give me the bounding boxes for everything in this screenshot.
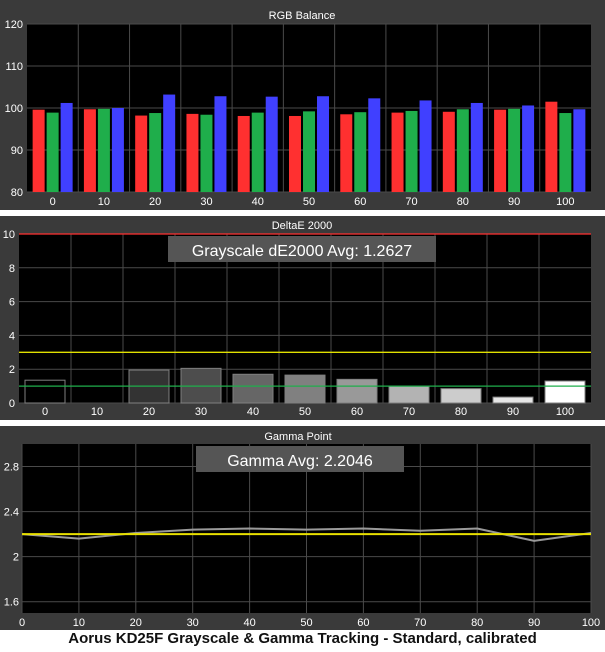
rgb-bar	[237, 115, 250, 192]
deltae-x-tick-label: 40	[247, 406, 259, 418]
rgb-bar	[340, 114, 353, 192]
deltae-bar	[492, 396, 534, 404]
rgb-bar	[111, 108, 124, 192]
deltae-bar	[336, 378, 378, 404]
gamma-y-tick-label: 1.6	[4, 597, 19, 609]
deltae-x-tick-label: 50	[299, 406, 311, 418]
rgb-bar	[391, 112, 404, 192]
rgb-bar	[97, 108, 110, 192]
rgb-bar	[265, 96, 278, 192]
gamma-x-tick-label: 20	[130, 617, 142, 629]
rgb-bar	[83, 109, 96, 192]
rgb-bar	[317, 96, 329, 192]
deltae-x-tick-label: 90	[507, 406, 519, 418]
figure-caption: Aorus KD25F Grayscale & Gamma Tracking -…	[68, 630, 537, 647]
rgb-bar	[186, 113, 199, 192]
deltae-chart-title: DeltaE 2000	[272, 220, 333, 232]
deltae-bar	[284, 374, 326, 404]
rgb-bar	[289, 115, 301, 192]
deltae-bar	[232, 373, 274, 404]
gamma-x-tick-label: 90	[528, 617, 540, 629]
deltae-y-tick-label: 4	[9, 330, 15, 342]
gamma-x-tick-label: 80	[471, 617, 483, 629]
gamma-annotation: Gamma Avg: 2.2046	[227, 453, 373, 470]
deltae-x-tick-label: 80	[455, 406, 467, 418]
gamma-chart-title: Gamma Point	[264, 431, 331, 443]
rgb-bar	[163, 94, 176, 192]
rgb-x-tick-label: 50	[303, 196, 315, 208]
rgb-bar	[442, 111, 455, 192]
rgb-bar	[508, 108, 521, 192]
gamma-x-tick-label: 40	[243, 617, 255, 629]
deltae-bar	[440, 388, 482, 404]
rgb-bar	[135, 115, 148, 192]
rgb-bar	[149, 113, 162, 192]
rgb-bar	[522, 105, 535, 192]
gamma-y-tick-label: 2.4	[4, 507, 19, 519]
rgb-bar	[559, 113, 572, 192]
rgb-bar	[46, 112, 59, 192]
deltae-x-tick-label: 20	[143, 406, 155, 418]
deltae-x-tick-label: 0	[42, 406, 48, 418]
rgb-bar	[470, 102, 483, 192]
rgb-bar	[456, 109, 469, 192]
rgb-bar	[251, 112, 264, 192]
deltae-x-tick-label: 30	[195, 406, 207, 418]
rgb-bar	[419, 100, 432, 192]
gamma-x-tick-label: 10	[73, 617, 85, 629]
deltae-y-tick-label: 10	[3, 229, 15, 241]
rgb-y-tick-label: 110	[5, 61, 23, 73]
deltae-bar	[388, 385, 430, 404]
deltae-x-tick-label: 100	[556, 406, 574, 418]
deltae-y-tick-label: 0	[9, 398, 15, 410]
deltae-x-tick-label: 60	[351, 406, 363, 418]
gamma-x-tick-label: 30	[187, 617, 199, 629]
gamma-x-tick-label: 0	[19, 617, 25, 629]
rgb-x-tick-label: 90	[508, 196, 520, 208]
deltae-x-tick-label: 70	[403, 406, 415, 418]
chart-figure: RGB Balance 80901001101200 10 20 30 40 50 60 70…	[0, 0, 605, 630]
deltae-x-tick-label: 10	[91, 406, 103, 418]
deltae-bar	[24, 379, 66, 404]
rgb-y-tick-label: 80	[11, 187, 23, 199]
rgb-x-tick-label: 70	[405, 196, 417, 208]
rgb-x-tick-label: 60	[354, 196, 366, 208]
rgb-bar	[32, 109, 45, 192]
rgb-y-tick-label: 120	[5, 19, 23, 31]
gamma-x-tick-label: 70	[414, 617, 426, 629]
rgb-bar	[303, 111, 315, 192]
rgb-x-tick-label: 0	[50, 196, 56, 208]
rgb-x-tick-label: 100	[556, 196, 574, 208]
rgb-bar	[494, 109, 507, 192]
gamma-x-tick-label: 50	[300, 617, 312, 629]
gamma-y-tick-label: 2	[13, 552, 19, 564]
rgb-y-tick-label: 100	[5, 103, 23, 115]
rgb-bar	[354, 112, 367, 192]
rgb-bar	[573, 109, 586, 192]
rgb-x-tick-label: 40	[252, 196, 264, 208]
rgb-y-tick-label: 90	[11, 145, 23, 157]
rgb-chart-title: RGB Balance	[269, 10, 336, 22]
rgb-x-tick-label: 80	[457, 196, 469, 208]
rgb-bar	[200, 114, 213, 192]
gamma-x-tick-label: 60	[357, 617, 369, 629]
rgb-bar	[545, 101, 558, 192]
rgb-x-tick-label: 30	[200, 196, 212, 208]
rgb-x-tick-label: 10	[98, 196, 110, 208]
rgb-x-tick-label: 20	[149, 196, 161, 208]
deltae-y-tick-label: 6	[9, 297, 15, 309]
deltae-annotation: Grayscale dE2000 Avg: 1.2627	[192, 243, 412, 260]
deltae-y-tick-label: 8	[9, 263, 15, 275]
rgb-bar	[60, 102, 73, 192]
gamma-x-tick-label: 100	[582, 617, 600, 629]
rgb-bar	[405, 110, 418, 192]
deltae-bar	[544, 380, 586, 404]
rgb-bar	[214, 96, 227, 192]
gamma-y-tick-label: 2.8	[4, 462, 19, 474]
deltae-y-tick-label: 2	[9, 364, 15, 376]
rgb-bar	[368, 98, 381, 192]
